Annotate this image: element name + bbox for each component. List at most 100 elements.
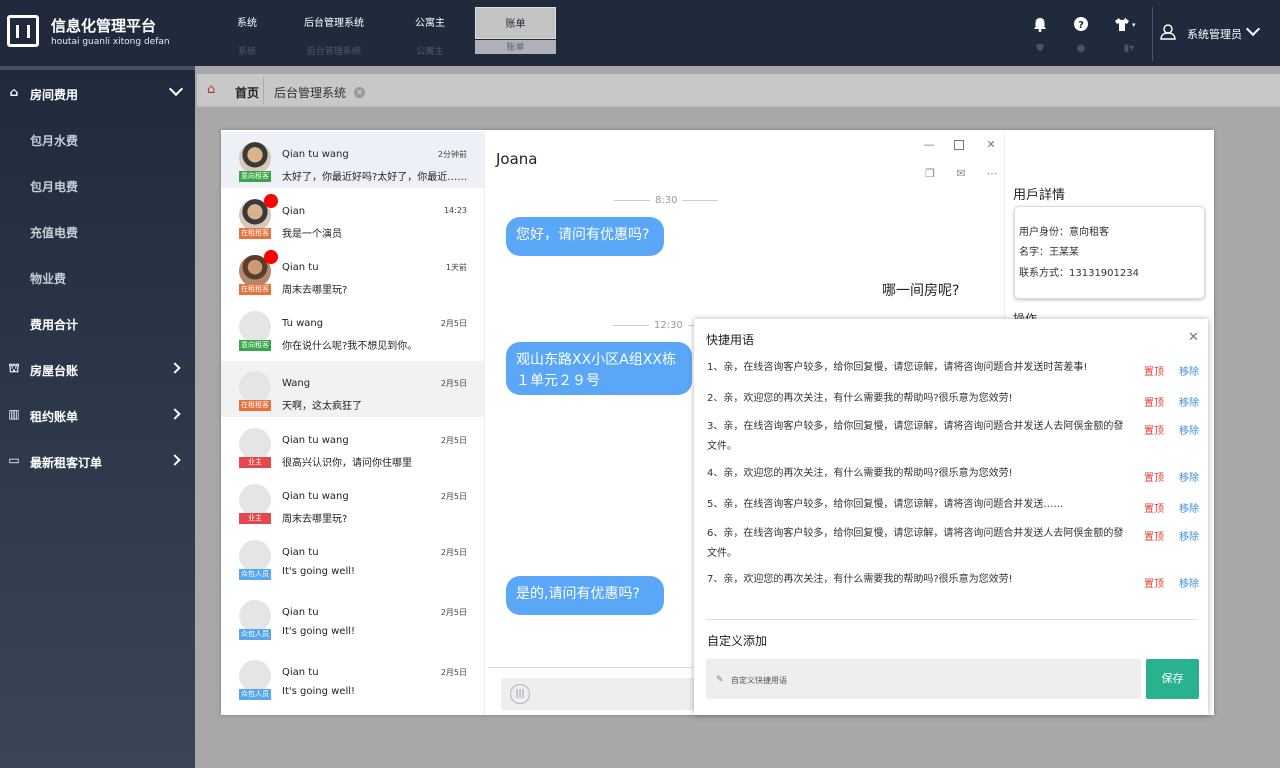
chevron-down-icon (168, 81, 184, 97)
message-input[interactable] (501, 678, 701, 710)
sidebar-group-orders[interactable]: ▭ 最新租客订单 (0, 441, 195, 481)
list-item[interactable]: 在租租客 Qian 14:23 我是一个演员 (221, 189, 484, 245)
shirt-icon[interactable]: ▾ (1114, 17, 1138, 33)
topbar-divider (1152, 7, 1153, 61)
status-badge: 业主 (239, 457, 271, 468)
list-item[interactable]: 意向租客 Tu wang 2月5日 你在说什么呢?我不想见到你。 (221, 301, 484, 357)
chevron-right-icon (169, 408, 181, 420)
quick-reply-text[interactable]: 2、亲，欢迎您的再次关注，有什么需要我的帮助吗?很乐意为您效劳! (707, 389, 1133, 409)
pin-button[interactable]: 置顶 (1144, 422, 1164, 437)
avatar (239, 660, 271, 692)
topnav-system[interactable]: 系统 (218, 7, 276, 39)
quick-reply-text[interactable]: 4、亲，欢迎您的再次关注，有什么需要我的帮助吗?很乐意为您效劳! (707, 464, 1133, 484)
user-icon[interactable] (1160, 24, 1176, 40)
remove-button[interactable]: 移除 (1179, 394, 1199, 409)
mail-icon[interactable]: ✉ (953, 167, 969, 181)
list-item[interactable]: 意向租客 Qian tu wang 2分钟前 太好了，你最近好吗?太好了，你最近… (221, 132, 484, 188)
list-item[interactable]: 在租租客 Wang 2月5日 天啊，这太疯狂了 (221, 361, 484, 417)
pin-button[interactable]: 置顶 (1144, 363, 1164, 378)
topnav-backend[interactable]: 后台管理系统 (293, 7, 375, 39)
remove-button[interactable]: 移除 (1179, 469, 1199, 484)
sidebar-item-electricity[interactable]: 包月电费 (30, 178, 78, 195)
conversation-list: 意向租客 Qian tu wang 2分钟前 太好了，你最近好吗?太好了，你最近… (221, 130, 485, 715)
sidebar-group-label: 最新租客订单 (30, 456, 103, 470)
more-icon[interactable]: ⋯ (984, 167, 1000, 181)
sidebar-item-water[interactable]: 包月水费 (30, 132, 78, 149)
status-badge: 业主 (239, 513, 271, 524)
divider (706, 619, 1197, 620)
pin-button[interactable]: 置顶 (1144, 500, 1164, 515)
remove-button[interactable]: 移除 (1179, 422, 1199, 437)
home-tab-icon[interactable]: ⌂ (207, 83, 223, 97)
maximize-icon[interactable] (954, 140, 964, 150)
tab-home[interactable]: 首页 (235, 84, 259, 101)
quick-reply-text[interactable]: 6、亲，在线咨询客户较多，给你回复慢，请您谅解，请将咨询问题合并发送人去阿俁金额… (707, 524, 1133, 564)
list-item[interactable]: 众包人员 Qian tu 2月5日 It's going well! (221, 590, 484, 646)
quick-reply-text[interactable]: 1、亲，在线咨询客户较多，给你回复慢，请您谅解，请将咨询问题合并发送时苦差事! (707, 358, 1133, 378)
quick-reply-text[interactable]: 3、亲，在线咨询客户较多，给你回复慢，请您谅解，请将咨询问题合并发送人去阿俁金额… (707, 417, 1133, 457)
home-icon: ⌂ (9, 85, 19, 99)
message-time: 2月5日 (440, 668, 467, 677)
pin-button[interactable]: 置顶 (1144, 575, 1164, 590)
help-icon[interactable]: ? (1073, 17, 1089, 33)
quick-reply-text[interactable]: 5、亲，在线咨询客户较多，给你回复慢，请您谅解，请将咨询问题合并发送…… (707, 495, 1133, 515)
contact-name: Wang (282, 378, 311, 389)
remove-button[interactable]: 移除 (1179, 528, 1199, 543)
avatar (239, 484, 271, 516)
message-time: 2分钟前 (437, 150, 467, 159)
bell-icon[interactable] (1032, 17, 1048, 33)
remove-button[interactable]: 移除 (1179, 500, 1199, 515)
sidebar-group-lease[interactable]: ▥ 租约账单 (0, 395, 195, 435)
list-item[interactable]: 业主 Qian tu wang 2月5日 很高兴认识你，请问你住哪里 (221, 418, 484, 474)
remove-button[interactable]: 移除 (1179, 363, 1199, 378)
message-time: 2月5日 (440, 608, 467, 617)
user-name[interactable]: 系统管理员 (1187, 26, 1242, 42)
status-badge: 众包人员 (239, 569, 271, 580)
status-badge: 众包人员 (239, 689, 271, 700)
unread-dot (264, 250, 278, 264)
message-preview: 周末去哪里玩? (282, 514, 348, 525)
list-item[interactable]: 众包人员 Qian tu 2月5日 It's going well! (221, 650, 484, 706)
pin-button[interactable]: 置顶 (1144, 469, 1164, 484)
voice-icon[interactable]: ||| (510, 684, 530, 704)
quick-reply-text[interactable]: 7、亲，欢迎您的再次关注，有什么需要我的帮助吗?很乐意为您效劳! (707, 570, 1133, 590)
sidebar-group-room-fees[interactable]: ⌂ 房间费用 (0, 73, 195, 113)
status-badge: 意向租客 (239, 340, 271, 351)
message-preview: It's going well! (282, 686, 356, 697)
list-item[interactable]: 业主 Qian tu wang 2月5日 周末去哪里玩? (221, 474, 484, 530)
logo-icon (7, 15, 39, 47)
close-icon[interactable]: ✕ (985, 139, 997, 151)
list-item[interactable]: 在租租客 Qian tu 1天前 周末去哪里玩? (221, 245, 484, 301)
minimize-icon[interactable]: — (923, 139, 935, 151)
tab-backend[interactable]: 后台管理系统 (274, 84, 346, 101)
avatar (239, 540, 271, 572)
topnav-bill[interactable]: 账单 (475, 7, 556, 39)
user-detail-title: 用戶詳情 (1013, 188, 1066, 203)
list-item[interactable]: 众包人员 Qian tu 2月5日 It's going well! (221, 530, 484, 586)
window-icon: ▭ (8, 453, 20, 467)
message-line: 观山东路XX小区A组XX栋 (516, 352, 676, 368)
message-preview: It's going well! (282, 566, 356, 577)
sidebar-item-property[interactable]: 物业费 (30, 270, 66, 287)
avatar (239, 600, 271, 632)
sidebar-item-recharge[interactable]: 充值电费 (30, 224, 78, 241)
sidebar-item-total[interactable]: 费用合计 (30, 316, 78, 333)
pin-button[interactable]: 置顶 (1144, 394, 1164, 409)
topnav-landlord[interactable]: 公寓主 (400, 7, 460, 39)
chat-contact-name: Joana (496, 150, 538, 168)
topnav-landlord-ghost: 公寓主 (416, 47, 444, 57)
close-icon[interactable]: ✕ (1188, 331, 1199, 344)
tab-close-icon[interactable]: ✕ (354, 87, 365, 98)
remove-button[interactable]: 移除 (1179, 575, 1199, 590)
message-time: 2月5日 (440, 436, 467, 445)
chevron-right-icon (169, 454, 181, 466)
sidebar-group-housing[interactable]: ⛫ 房屋台账 (0, 349, 195, 389)
pencil-icon: ✎ (716, 675, 724, 685)
status-badge: 意向租客 (239, 171, 271, 182)
pin-button[interactable]: 置顶 (1144, 528, 1164, 543)
message-time: 2月5日 (440, 492, 467, 501)
contact-name: Qian tu (282, 667, 319, 678)
save-button[interactable]: 保存 (1146, 659, 1199, 699)
files-icon[interactable]: ❐ (922, 167, 938, 181)
contact-name: Qian (282, 206, 306, 217)
